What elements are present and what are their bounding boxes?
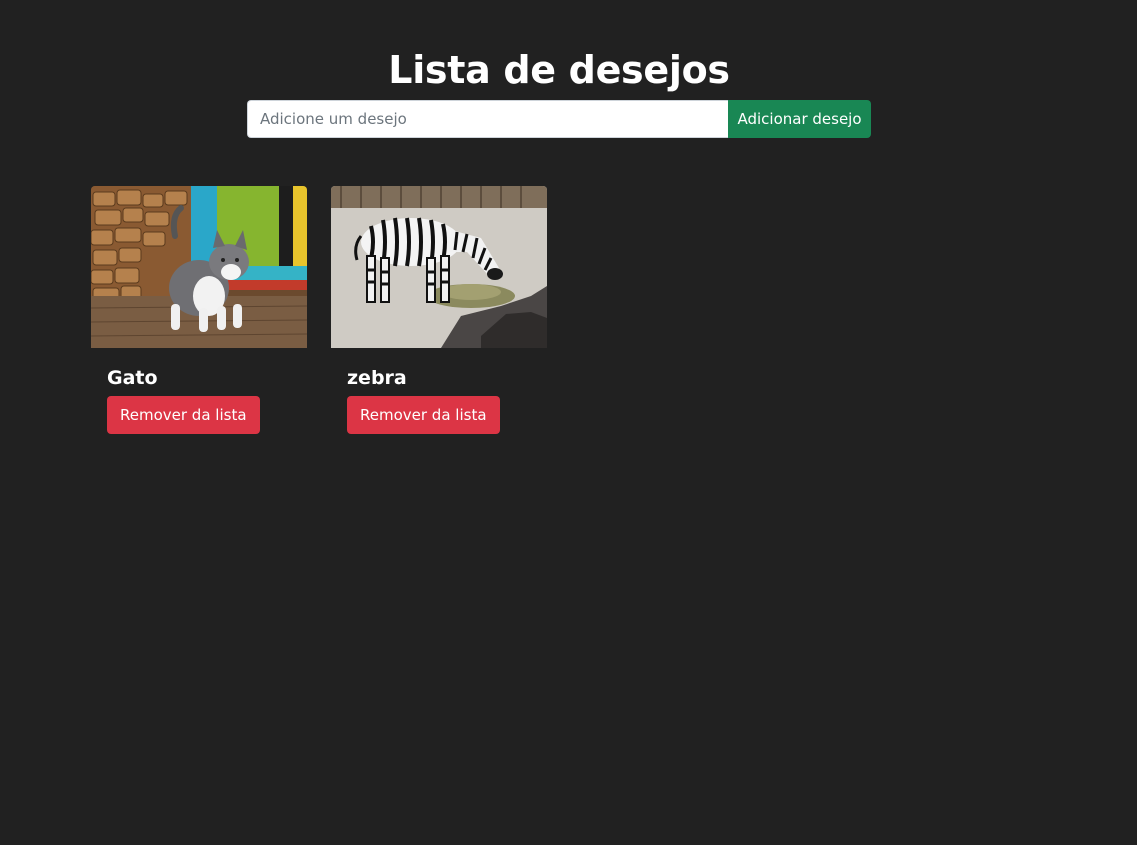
remove-wish-button[interactable]: Remover da lista	[347, 396, 500, 434]
page-title: Lista de desejos	[388, 48, 730, 92]
wishlist-page: Lista de desejos Adicionar desejo	[0, 0, 1137, 845]
kitten-photo	[91, 186, 307, 348]
remove-wish-button[interactable]: Remover da lista	[107, 396, 260, 434]
add-wish-form: Adicionar desejo	[247, 100, 871, 138]
wish-name: zebra	[347, 367, 407, 389]
add-wish-button[interactable]: Adicionar desejo	[728, 100, 871, 138]
wish-name: Gato	[107, 367, 158, 389]
wish-card: zebra Remover da lista	[331, 186, 547, 434]
zebra-photo	[331, 186, 547, 348]
wish-input[interactable]	[247, 100, 728, 138]
wish-card: Gato Remover da lista	[91, 186, 307, 434]
